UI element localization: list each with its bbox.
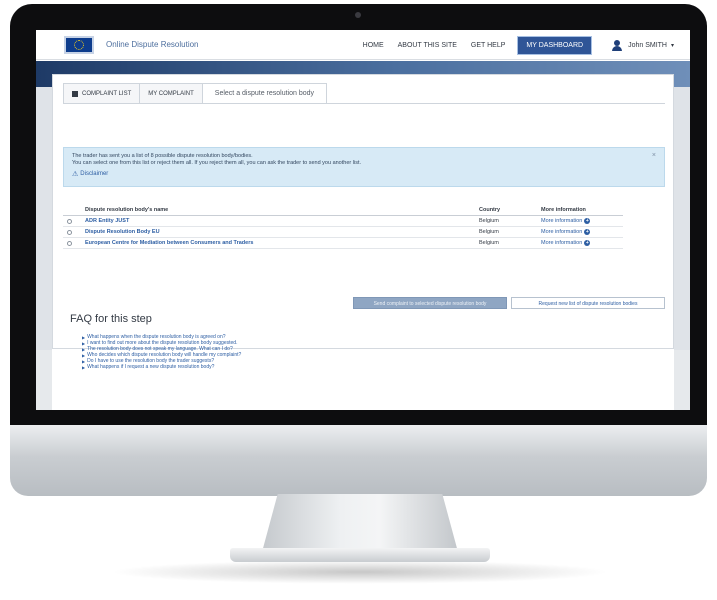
request-new-list-button[interactable]: Request new list of dispute resolution b… [511,297,665,309]
body-country: Belgium [479,229,499,235]
info-text-line-1: The trader has sent you a list of 8 poss… [72,153,253,159]
body-country: Belgium [479,218,499,224]
select-radio[interactable] [67,241,72,246]
body-name-link[interactable]: European Centre for Mediation between Co… [85,240,253,246]
nav-home[interactable]: HOME [363,42,384,49]
select-radio[interactable] [67,219,72,224]
send-complaint-button[interactable]: Send complaint to selected dispute resol… [353,297,507,309]
more-information-link[interactable]: More information + [541,229,591,235]
user-name: John SMITH [628,41,667,49]
table-header: Dispute resolution body's name Country M… [63,205,623,216]
faq-title: FAQ for this step [70,313,152,325]
monitor-chin [10,425,707,496]
more-information-label: More information [541,229,583,235]
stand-shadow [110,560,610,584]
camera-icon [355,12,361,18]
step-title: Select a dispute resolution body [202,83,328,103]
triangle-right-icon: ▶ [82,340,86,346]
chevron-down-icon: ▾ [670,42,674,49]
nav-about[interactable]: ABOUT THIS SITE [398,42,457,49]
more-information-link[interactable]: More information + [541,240,591,246]
nav-my-dashboard[interactable]: MY DASHBOARD [517,35,593,55]
info-alert: The trader has sent you a list of 8 poss… [63,147,665,187]
select-radio[interactable] [67,230,72,235]
info-text-line-2: You can select one from this list or rej… [72,160,361,166]
body-name-link[interactable]: ADR Entity JUST [85,218,129,224]
content-card: COMPLAINT LIST MY COMPLAINT Select a dis… [52,74,674,349]
tab-my-complaint-label: MY COMPLAINT [148,90,194,97]
disclaimer-link[interactable]: ⚠ Disclaimer [72,170,108,178]
more-information-label: More information [541,240,583,246]
table-row: Dispute Resolution Body EU Belgium More … [63,227,623,238]
header-name: Dispute resolution body's name [85,207,169,213]
screen: Online Dispute Resolution HOME ABOUT THI… [36,30,690,410]
table-row: European Centre for Mediation between Co… [63,238,623,249]
plus-circle-icon: + [584,218,591,224]
triangle-right-icon: ▶ [82,334,86,340]
triangle-right-icon: ▶ [82,358,86,364]
close-icon[interactable]: × [652,152,656,159]
monitor-stand-base [230,548,490,562]
body-name-link[interactable]: Dispute Resolution Body EU [85,229,160,235]
body-country: Belgium [479,240,499,246]
more-information-label: More information [541,218,583,224]
eu-flag-logo[interactable] [64,36,94,54]
tab-my-complaint[interactable]: MY COMPLAINT [140,83,203,103]
list-icon [72,90,78,97]
header-country: Country [479,207,501,213]
faq-list: ▶ What happens when the dispute resoluti… [82,334,241,370]
tab-bar: COMPLAINT LIST MY COMPLAINT Select a dis… [63,83,328,103]
triangle-right-icon: ▶ [82,364,86,370]
user-icon [612,39,623,51]
header-more-info: More information [541,207,586,213]
nav-get-help[interactable]: GET HELP [471,42,506,49]
main-nav: HOME ABOUT THIS SITE GET HELP MY DASHBOA… [349,30,690,60]
faq-item[interactable]: ▶ What happens if I request a new disput… [82,364,241,370]
warning-icon: ⚠ [72,171,79,178]
dispute-bodies-table: Dispute resolution body's name Country M… [63,205,623,249]
monitor-stand-neck [262,494,458,552]
faq-item-text: What happens if I request a new dispute … [87,364,215,370]
tab-complaint-list[interactable]: COMPLAINT LIST [63,83,141,103]
tab-complaint-list-label: COMPLAINT LIST [82,90,132,97]
plus-circle-icon: + [584,240,591,246]
table-row: ADR Entity JUST Belgium More information… [63,216,623,227]
top-navigation-bar: Online Dispute Resolution HOME ABOUT THI… [36,30,690,60]
plus-circle-icon: + [584,229,591,235]
disclaimer-label: Disclaimer [80,171,109,177]
site-title[interactable]: Online Dispute Resolution [106,40,199,49]
user-menu[interactable]: John SMITH ▾ [612,39,674,51]
triangle-right-icon: ▶ [82,346,86,352]
more-information-link[interactable]: More information + [541,218,591,224]
tab-divider [63,103,665,104]
triangle-right-icon: ▶ [82,352,86,358]
